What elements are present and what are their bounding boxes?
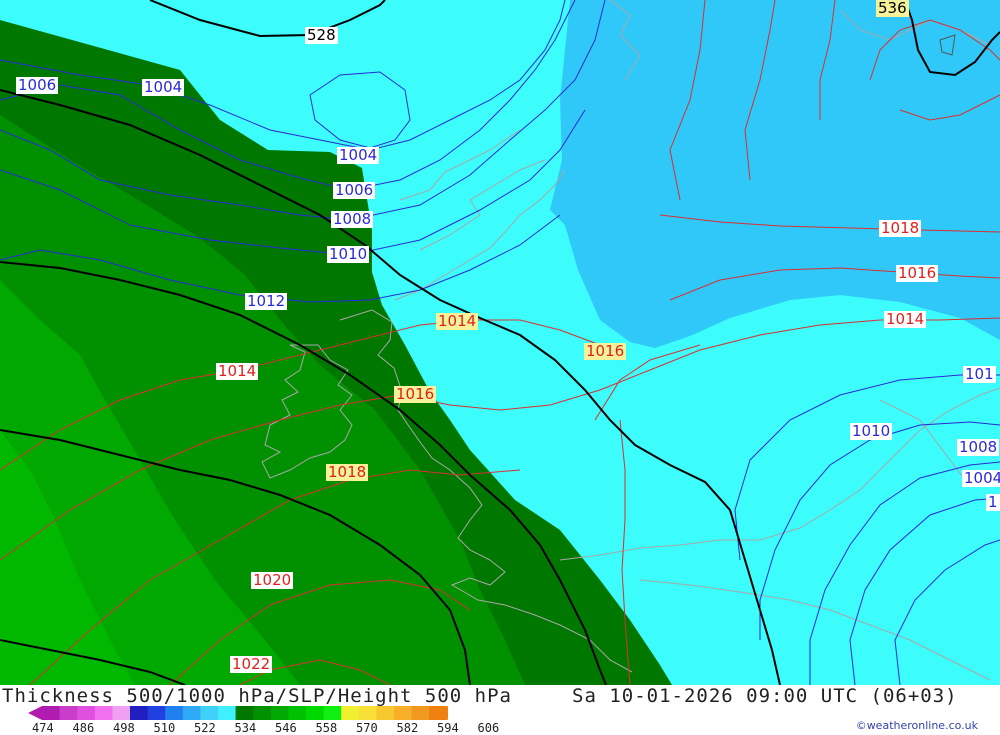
contour-label: 1010 xyxy=(850,422,893,440)
contour-label: 1010 xyxy=(327,245,370,263)
scale-swatch xyxy=(394,706,413,720)
contour-label: 1016 xyxy=(394,385,437,403)
scale-swatch xyxy=(59,706,78,720)
scale-swatch xyxy=(182,706,201,720)
contour-label: 101 xyxy=(963,365,996,383)
scale-swatch xyxy=(306,706,325,720)
contour-label: 1004 xyxy=(337,146,380,164)
contour-label: 528 xyxy=(305,26,338,44)
weather-map: 528 536 1006 1004 1004 1006 1008 1010 10… xyxy=(0,0,1000,685)
scale-ticks: 474 486 498 510 522 534 546 558 570 582 594 606 xyxy=(0,721,520,735)
map-title: Thickness 500/1000 hPa/SLP/Height 500 hP… xyxy=(2,685,512,707)
scale-swatch xyxy=(376,706,395,720)
contour-label: 1014 xyxy=(216,362,259,380)
scale-swatch xyxy=(411,706,430,720)
contour-label: 1020 xyxy=(251,571,294,589)
scale-swatch xyxy=(130,706,149,720)
contour-label: 1 xyxy=(986,493,1000,511)
thickness-band-534 xyxy=(550,0,1000,348)
contour-label: 1012 xyxy=(245,292,288,310)
valid-time: Sa 10-01-2026 09:00 UTC (06+03) xyxy=(572,685,958,707)
scale-swatch xyxy=(147,706,166,720)
contour-label: 1008 xyxy=(957,438,1000,456)
contour-label: 1014 xyxy=(884,310,927,328)
scale-swatch xyxy=(270,706,289,720)
color-scale xyxy=(28,706,448,720)
contour-label: 536 xyxy=(876,0,909,17)
scale-swatch xyxy=(429,706,448,720)
contour-label: 1006 xyxy=(333,181,376,199)
scale-arrow-right xyxy=(446,706,448,720)
scale-swatch xyxy=(77,706,96,720)
scale-swatch xyxy=(253,706,272,720)
contour-label: 1004 xyxy=(962,470,1000,487)
contour-label: 1016 xyxy=(896,264,939,282)
scale-swatch xyxy=(42,706,61,720)
contour-label: 1004 xyxy=(142,78,185,96)
scale-swatch xyxy=(165,706,184,720)
contour-label: 1016 xyxy=(584,342,627,360)
scale-swatch xyxy=(200,706,219,720)
scale-swatch xyxy=(288,706,307,720)
contour-label: 1018 xyxy=(879,219,922,237)
scale-swatch xyxy=(235,706,254,720)
scale-swatch xyxy=(218,706,237,720)
scale-swatch xyxy=(323,706,342,720)
scale-arrow-left xyxy=(28,706,42,720)
scale-swatch xyxy=(358,706,377,720)
credit-link[interactable]: ©weatheronline.co.uk xyxy=(856,719,978,732)
scale-swatch xyxy=(112,706,131,720)
contour-label: 1022 xyxy=(230,655,273,673)
contour-label: 1014 xyxy=(436,312,479,330)
scale-swatch xyxy=(94,706,113,720)
scale-swatch xyxy=(341,706,360,720)
contour-label: 1008 xyxy=(331,210,374,228)
map-canvas xyxy=(0,0,1000,685)
contour-label: 1018 xyxy=(326,463,369,481)
map-footer: Thickness 500/1000 hPa/SLP/Height 500 hP… xyxy=(0,685,1000,735)
contour-label: 1006 xyxy=(16,76,59,94)
